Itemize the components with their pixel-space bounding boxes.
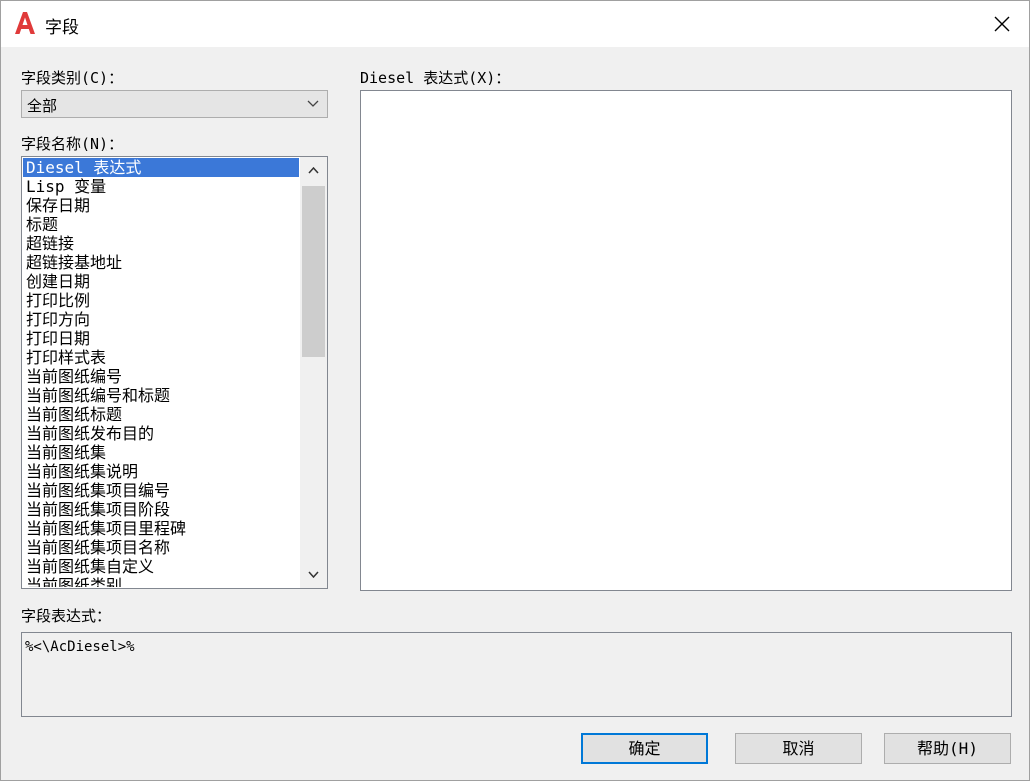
field-name-item[interactable]: 当前图纸编号和标题 [23, 386, 299, 405]
field-name-item[interactable]: 当前图纸发布目的 [23, 424, 299, 443]
field-name-item[interactable]: 创建日期 [23, 272, 299, 291]
ok-button[interactable]: 确定 [581, 733, 708, 764]
field-names-items: Diesel 表达式 Lisp 变量 保存日期 标题 超链接 超链接基地址 创建日期 打印比例… [23, 158, 299, 587]
field-name-item[interactable]: 当前图纸标题 [23, 405, 299, 424]
cancel-button[interactable]: 取消 [735, 733, 862, 764]
field-name-item[interactable]: 当前图纸集自定义 [23, 557, 299, 576]
field-name-item[interactable]: 标题 [23, 215, 299, 234]
field-category-value: 全部 [27, 97, 58, 115]
field-expression-label: 字段表达式： [21, 607, 112, 625]
field-category-select[interactable]: 全部 [21, 90, 328, 118]
scroll-down-button[interactable] [300, 561, 327, 588]
field-names-list[interactable]: Diesel 表达式 Lisp 变量 保存日期 标题 超链接 超链接基地址 创建日期 打印比例… [21, 156, 328, 589]
field-name-item[interactable]: 超链接基地址 [23, 253, 299, 272]
field-name-item[interactable]: 当前图纸编号 [23, 367, 299, 386]
field-name-item[interactable]: 保存日期 [23, 196, 299, 215]
field-names-label: 字段名称(N)： [21, 135, 124, 153]
title-bar: 字段 [1, 1, 1029, 47]
field-expression-box: %<\AcDiesel>% [21, 632, 1012, 717]
chevron-up-icon [308, 167, 319, 174]
dialog-title: 字段 [45, 18, 79, 38]
field-name-item[interactable]: 当前图纸类别 [23, 576, 299, 587]
close-icon [994, 16, 1010, 32]
close-button[interactable] [987, 11, 1017, 37]
field-name-item[interactable]: 当前图纸集项目阶段 [23, 500, 299, 519]
field-name-item[interactable]: 打印方向 [23, 310, 299, 329]
list-scrollbar[interactable] [300, 157, 327, 588]
field-name-item[interactable]: 打印比例 [23, 291, 299, 310]
field-dialog: 字段 字段类别(C)： 全部 字段名称(N)： Diesel 表达式 Lisp 变… [0, 0, 1030, 781]
field-name-item[interactable]: 当前图纸集说明 [23, 462, 299, 481]
chevron-down-icon [307, 100, 319, 107]
field-name-item[interactable]: 打印日期 [23, 329, 299, 348]
field-name-item[interactable]: Lisp 变量 [23, 177, 299, 196]
field-name-item[interactable]: 当前图纸集项目名称 [23, 538, 299, 557]
scroll-up-button[interactable] [300, 157, 327, 184]
autocad-logo-icon [15, 12, 35, 34]
field-name-item[interactable]: 当前图纸集 [23, 443, 299, 462]
field-name-item[interactable]: 当前图纸集项目编号 [23, 481, 299, 500]
field-expression-value: %<\AcDiesel>% [25, 639, 135, 655]
diesel-expression-label: Diesel 表达式(X)： [360, 69, 511, 87]
help-button[interactable]: 帮助(H) [884, 733, 1011, 764]
scroll-thumb[interactable] [302, 186, 325, 357]
field-category-label: 字段类别(C)： [21, 69, 124, 87]
field-name-item[interactable]: 打印样式表 [23, 348, 299, 367]
field-name-item[interactable]: 当前图纸集项目里程碑 [23, 519, 299, 538]
field-name-item[interactable]: 超链接 [23, 234, 299, 253]
diesel-expression-input[interactable] [360, 90, 1012, 591]
chevron-down-icon [308, 571, 319, 578]
field-name-item[interactable]: Diesel 表达式 [23, 158, 299, 177]
